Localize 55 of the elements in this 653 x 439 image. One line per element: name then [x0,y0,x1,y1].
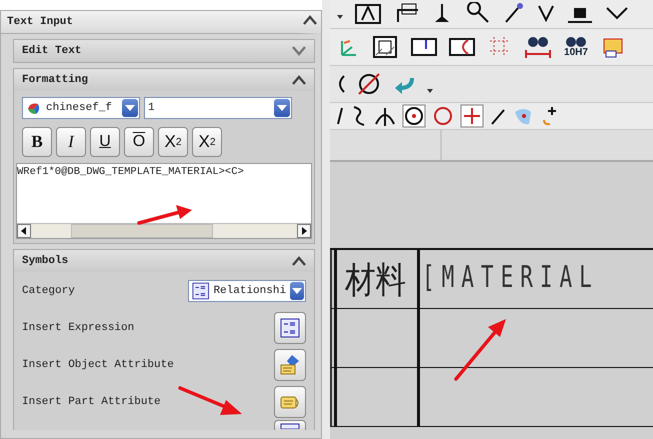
collapse-chevron-icon[interactable] [303,15,317,25]
font-icon [26,101,42,115]
center-point-icon[interactable] [402,104,426,128]
overline-button[interactable]: O [124,127,154,157]
insert-object-button[interactable] [274,348,306,380]
superscript-button[interactable]: X$^{2}$ [158,127,188,157]
expand-chevron-icon[interactable] [292,46,306,56]
section-title: Formatting [22,74,88,86]
section-view-icon[interactable] [410,35,438,59]
table-icon [280,422,300,428]
title-block-value: [MATERIAL [422,260,599,295]
size-dropdown[interactable]: 1 [144,97,292,119]
section-header[interactable]: Formatting [14,69,314,91]
section-title: Symbols [22,255,68,267]
relationship-icon [192,280,210,300]
section-header[interactable]: Symbols [14,250,314,272]
symbol-label: Insert Part Attribute [22,396,161,408]
symbol-label: Insert Object Attribute [22,358,174,370]
diameter-icon[interactable] [356,72,382,96]
section-title: Edit Text [22,45,82,57]
underline-button[interactable]: U [90,127,120,157]
font-name: chinesef_f [46,102,112,114]
hatched-square-icon[interactable] [372,35,400,59]
bold-button[interactable]: B [22,127,52,157]
size-value: 1 [148,102,155,114]
text-area[interactable]: WRef1*0@DB_DWG_TEMPLATE_MATERIAL><C> [16,163,312,239]
text-box-icon[interactable] [354,2,382,26]
category-label: Category [22,284,75,296]
horizontal-scrollbar[interactable] [17,223,311,238]
title-block-label: 材料 [345,259,406,303]
quadrant-point-icon[interactable] [432,104,454,128]
text-value: WRef1*0@DB_DWG_TEMPLATE_MATERIAL><C> [17,165,245,178]
category-dropdown[interactable]: Relationshi [188,280,306,302]
tag-icon [279,394,301,410]
annotation-arrow [136,203,194,227]
scroll-right-icon[interactable] [301,227,307,235]
annotation-arrow [176,384,244,418]
symbol-label: Insert Expression [22,322,134,334]
dialog-title: Text Input [7,16,74,28]
expression-icon [280,318,300,338]
annotation-arrow [452,317,508,383]
tag-with-diamond-icon [279,354,301,376]
scroll-left-icon[interactable] [21,227,27,235]
font-dropdown[interactable]: chinesef_f [22,97,140,119]
binoculars-dimension-icon[interactable] [524,35,552,59]
detail-view-icon[interactable] [448,35,476,59]
collapse-chevron-icon[interactable] [292,75,306,85]
insert-part-button[interactable] [274,386,306,418]
italic-button[interactable]: I [56,127,86,157]
insert-expression-button[interactable] [274,312,306,344]
crosshair-icon[interactable] [460,104,484,128]
category-value: Relationshi [213,284,286,296]
section-header[interactable]: Edit Text [14,40,314,62]
collapse-chevron-icon[interactable] [292,256,306,266]
insert-more-button[interactable] [274,420,306,430]
